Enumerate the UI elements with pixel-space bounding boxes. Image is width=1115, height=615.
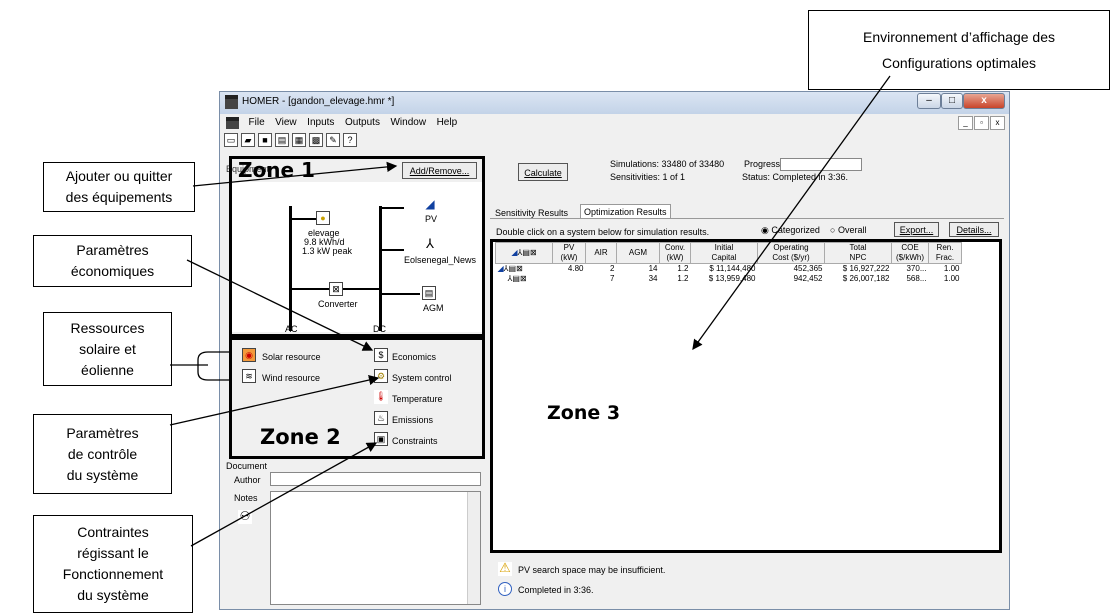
arrow-add-equipment (192, 161, 398, 187)
arrow-economics (186, 259, 374, 351)
arrow-resources (170, 351, 232, 381)
annotation-arrows (169, 75, 891, 547)
arrow-display-env (692, 75, 891, 351)
arrow-control (169, 374, 380, 426)
arrow-constraints (190, 442, 378, 547)
